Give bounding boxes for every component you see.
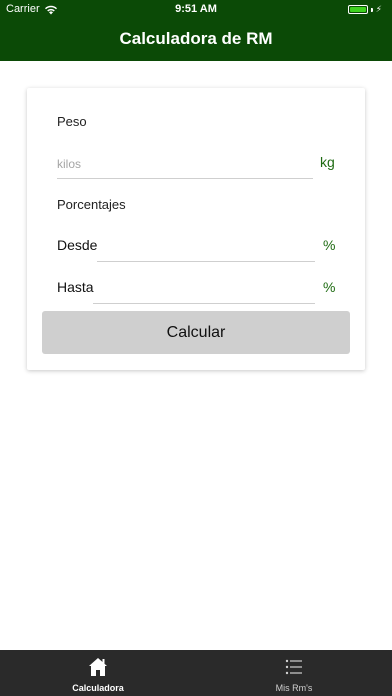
tab-mis-rms-label: Mis Rm's [275,683,313,693]
tab-bar: Calculadora Mis Rm's [0,650,392,696]
peso-label: Peso [57,114,87,129]
charging-icon: ⚡ [375,4,382,14]
desde-input[interactable] [97,233,315,262]
desde-label: Desde [57,237,98,253]
hasta-unit: % [323,279,336,295]
header-bar: Carrier 9:51 AM ⚡ Calculadora de RM [0,0,392,61]
list-icon [285,659,302,675]
hasta-label: Hasta [57,279,94,295]
peso-input[interactable] [57,150,313,179]
tab-calculadora[interactable]: Calculadora [0,650,196,696]
battery-icon: ⚡ [347,4,382,15]
calcular-button[interactable]: Calcular [42,311,350,354]
desde-unit: % [323,237,336,253]
clock: 9:51 AM [175,3,217,15]
porcentajes-label: Porcentajes [57,197,126,212]
peso-unit: kg [320,154,335,170]
tab-calculadora-label: Calculadora [72,683,124,693]
page-title: Calculadora de RM [119,29,273,48]
app-screen: Carrier 9:51 AM ⚡ Calculadora de RM Peso… [0,0,392,696]
status-bar: Carrier 9:51 AM ⚡ [0,0,392,20]
tab-mis-rms[interactable]: Mis Rm's [196,650,392,696]
hasta-input[interactable] [93,275,315,304]
home-icon [89,658,107,676]
calculator-card: Peso kg Porcentajes Desde % Hasta % Calc… [27,88,365,370]
